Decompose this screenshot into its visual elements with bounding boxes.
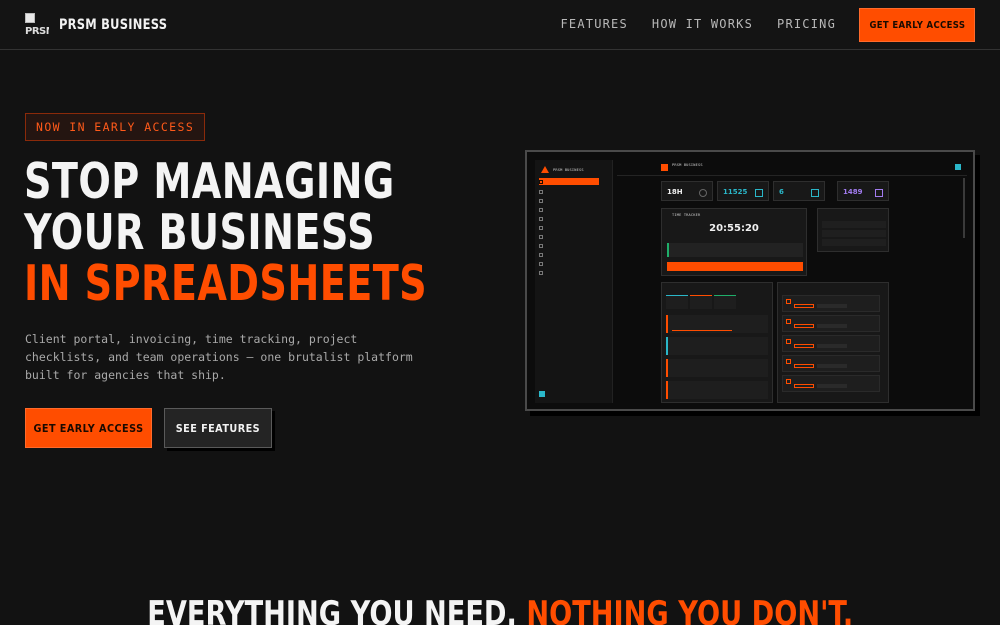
avatar: [539, 391, 545, 397]
preview-nav-item: [539, 260, 599, 267]
activity-item: [782, 375, 880, 392]
stat-value: 11525: [723, 188, 748, 196]
active-task: [667, 243, 803, 257]
preview-nav-item: [539, 242, 599, 249]
preview-nav-item: [539, 206, 599, 213]
preview-nav-item: [539, 197, 599, 204]
preview-user-avatar: [955, 164, 961, 170]
preview-header: PRSM BUSINESS: [617, 160, 967, 176]
preview-header-logo: [661, 164, 668, 171]
nav-link-how-it-works[interactable]: HOW IT WORKS: [652, 17, 753, 31]
stat-value: 1489: [843, 188, 863, 196]
preview-header-title: PRSM BUSINESS: [672, 163, 703, 167]
preview-nav-item: [539, 215, 599, 222]
section-title-part-1: EVERYTHING YOU NEED.: [147, 594, 517, 625]
preview-header-right: [955, 164, 961, 170]
headline-line-1: STOP MANAGING: [24, 153, 395, 210]
preview-sidebar-brand-name: PRSM BUSINESS: [553, 167, 584, 172]
stat-card: 18H: [661, 181, 713, 201]
headline-line-2: YOUR BUSINESS: [24, 204, 375, 261]
secondary-button-label: SEE FEATURES: [175, 421, 261, 435]
activity-item: [782, 355, 880, 372]
preview-sidebar: PRSM BUSINESS: [535, 160, 613, 403]
brand[interactable]: PRSM PRSM BUSINESS: [25, 13, 191, 37]
dashboard-preview: PRSM BUSINESS PRSM BUSINESS 18H 11525 6 …: [525, 150, 975, 411]
system-health-card: [817, 208, 889, 252]
chart-icon: [875, 189, 883, 197]
stop-timer-button: [667, 262, 803, 271]
preview-nav-item: [539, 251, 599, 258]
stat-value: 18H: [667, 188, 683, 196]
features-section-title: EVERYTHING YOU NEED. NOTHING YOU DON'T.: [0, 594, 1000, 625]
client-pipeline-card: [661, 282, 773, 403]
nav-early-access-button[interactable]: GET EARLY ACCESS: [859, 8, 975, 42]
brand-name: PRSM BUSINESS: [59, 17, 168, 33]
hero-headline: STOP MANAGING YOUR BUSINESS IN SPREADSHE…: [24, 156, 504, 309]
activity-item: [782, 315, 880, 332]
preview-user: [539, 391, 607, 397]
preview-scrollbar: [963, 178, 965, 238]
brand-logo-alt: PRSM: [25, 26, 49, 37]
hero-subtext: Client portal, invoicing, time tracking,…: [25, 332, 413, 382]
stat-card: 6: [773, 181, 825, 201]
pipeline-row: [666, 359, 768, 377]
activity-card: [777, 282, 889, 403]
time-tracker-clock: 20:55:20: [709, 223, 759, 234]
broken-image-icon: [25, 13, 35, 23]
preview-sidebar-brand: PRSM BUSINESS: [541, 166, 584, 173]
preview-nav-item: [539, 178, 599, 185]
activity-item: [782, 295, 880, 312]
time-tracker-card: TIME TRACKER 20:55:20: [661, 208, 807, 276]
nav-links: FEATURES HOW IT WORKS PRICING: [561, 17, 837, 31]
folder-icon: [811, 189, 819, 197]
preview-main: PRSM BUSINESS 18H 11525 6 1489 TIME TRAC…: [617, 160, 967, 403]
preview-nav-item: [539, 188, 599, 195]
nav-link-pricing[interactable]: PRICING: [777, 17, 836, 31]
preview-nav-item: [539, 224, 599, 231]
activity-item: [782, 335, 880, 352]
headline-line-3: IN SPREADSHEETS: [24, 255, 428, 312]
pipeline-row: [666, 381, 768, 399]
get-early-access-button[interactable]: GET EARLY ACCESS: [25, 408, 152, 448]
see-features-button[interactable]: SEE FEATURES: [164, 408, 272, 448]
early-access-badge: NOW IN EARLY ACCESS: [25, 113, 206, 141]
preview-nav-item: [539, 233, 599, 240]
pipeline-row: [666, 315, 768, 333]
stat-card: 1489: [837, 181, 889, 201]
primary-button-label: GET EARLY ACCESS: [33, 421, 144, 435]
nav-link-features[interactable]: FEATURES: [561, 17, 628, 31]
pipeline-row: [666, 337, 768, 355]
stat-value: 6: [779, 188, 784, 196]
brand-logo: PRSM: [25, 13, 49, 37]
preview-nav-item: [539, 269, 599, 276]
nav-cta-label: GET EARLY ACCESS: [869, 19, 965, 31]
dollar-icon: [755, 189, 763, 197]
stat-card: 11525: [717, 181, 769, 201]
prism-logo-icon: [541, 166, 549, 173]
clock-icon: [699, 189, 707, 197]
time-tracker-title: TIME TRACKER: [672, 213, 701, 217]
section-title-part-2: NOTHING YOU DON'T.: [526, 594, 853, 625]
top-nav: PRSM PRSM BUSINESS FEATURES HOW IT WORKS…: [0, 0, 1000, 50]
